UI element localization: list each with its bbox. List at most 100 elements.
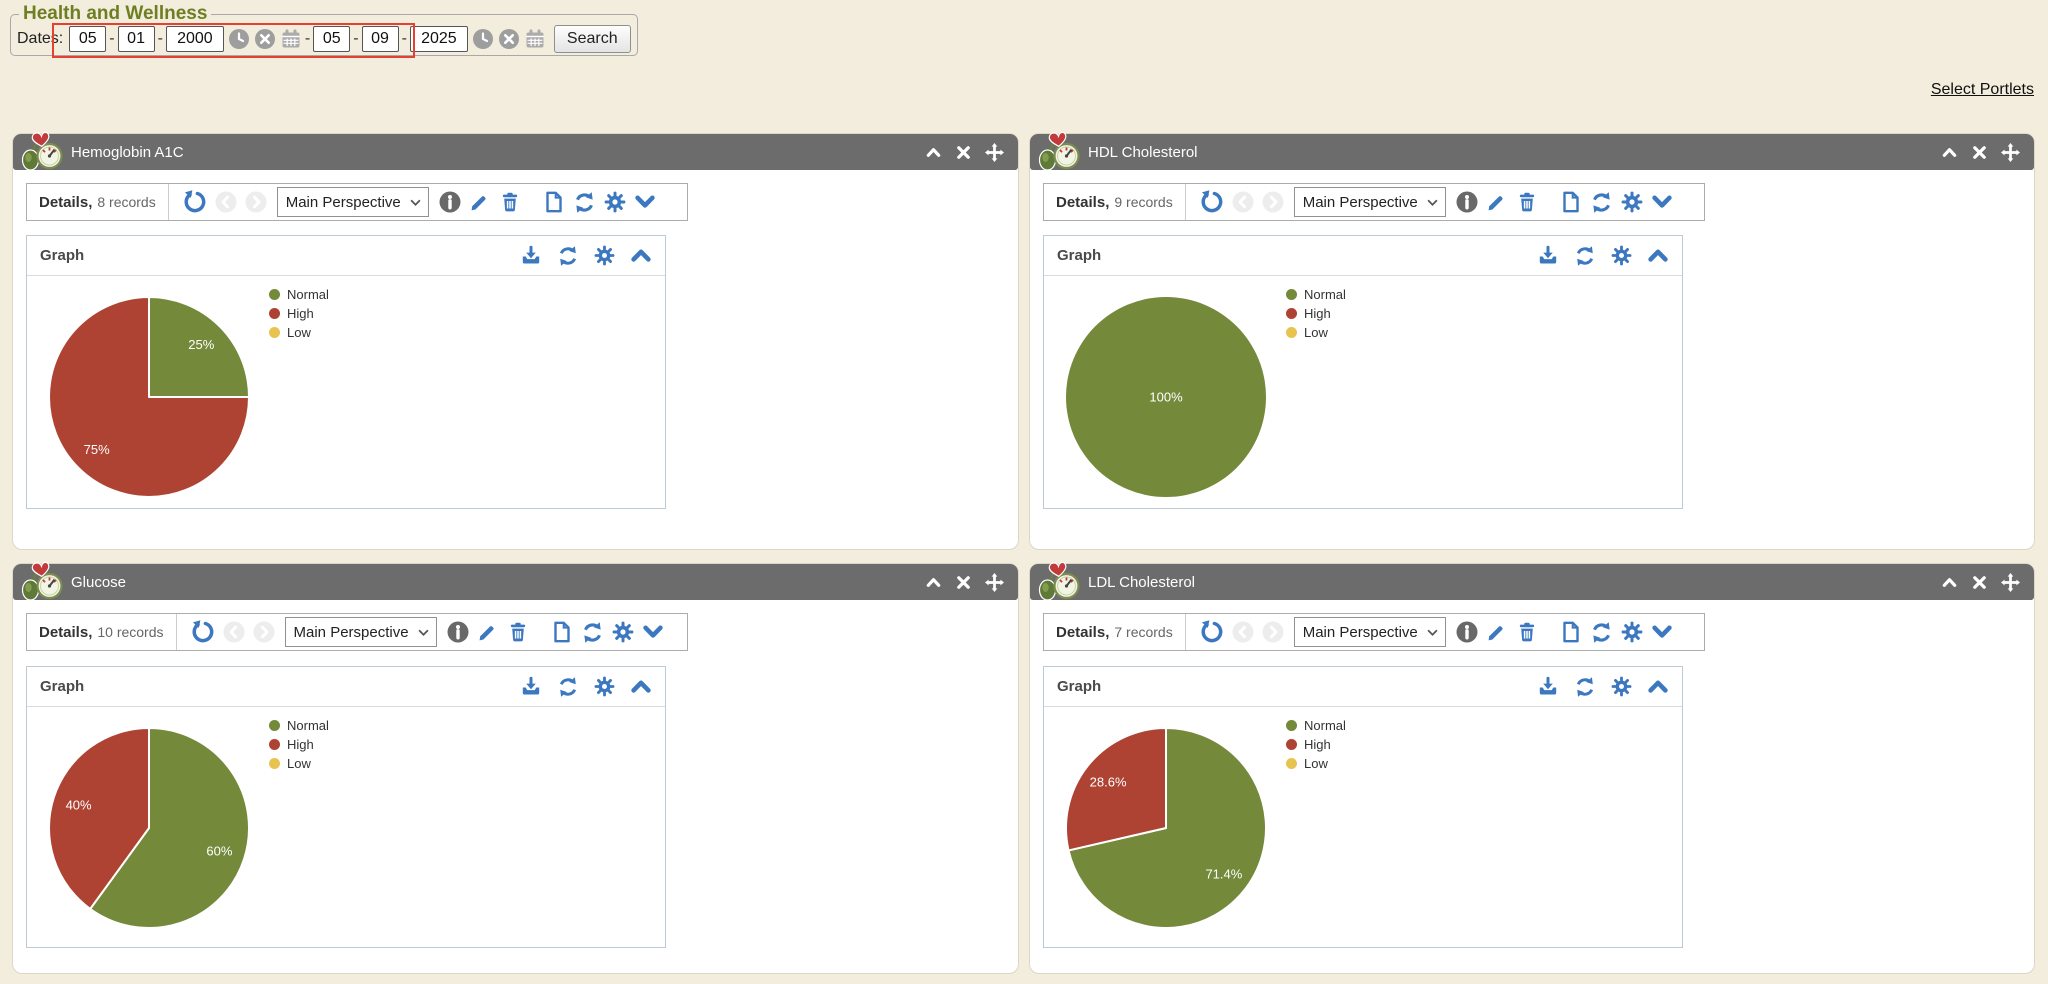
portlet-header[interactable]: LDL Cholesterol [1030,564,2034,600]
move-icon[interactable] [2001,573,2020,592]
graph-header: Graph [1044,236,1682,276]
new-doc-icon[interactable] [1560,191,1582,213]
refresh-icon[interactable] [1590,621,1613,644]
expand-icon[interactable] [642,621,664,643]
settings-icon[interactable] [1621,191,1643,213]
prev-icon[interactable] [215,191,237,213]
portlet-header[interactable]: Glucose [13,564,1018,600]
settings-icon[interactable] [1611,676,1632,697]
collapse-icon[interactable] [630,245,652,267]
info-icon[interactable] [1456,191,1478,213]
legend-item: High [269,304,329,323]
info-icon[interactable] [1456,621,1478,643]
details-label: Details, [39,624,92,641]
legend-item: High [269,735,329,754]
edit-icon[interactable] [469,191,491,213]
settings-icon[interactable] [612,621,634,643]
undo-icon[interactable] [1200,190,1224,214]
perspective-select[interactable]: Main Perspective [285,617,437,647]
health-gauge-icon [21,558,65,602]
portlet-title: Hemoglobin A1C [71,144,184,161]
refresh-icon[interactable] [1574,245,1596,267]
settings-icon[interactable] [594,676,615,697]
collapse-icon[interactable] [925,574,942,591]
legend-swatch [1286,289,1297,300]
move-icon[interactable] [985,143,1004,162]
collapse-icon[interactable] [1941,574,1958,591]
perspective-value: Main Perspective [1303,624,1418,641]
collapse-icon[interactable] [1941,144,1958,161]
collapse-icon[interactable] [1647,245,1669,267]
settings-icon[interactable] [594,245,615,266]
download-icon[interactable] [1537,245,1559,267]
perspective-select[interactable]: Main Perspective [277,187,429,217]
delete-icon[interactable] [499,191,521,213]
download-icon[interactable] [1537,676,1559,698]
legend-item: Normal [269,716,329,735]
refresh-icon[interactable] [1590,191,1613,214]
new-doc-icon[interactable] [551,621,573,643]
graph-toolbar [1537,245,1669,267]
prev-icon[interactable] [1232,621,1254,643]
refresh-icon[interactable] [557,245,579,267]
new-doc-icon[interactable] [543,191,565,213]
delete-icon[interactable] [507,621,529,643]
new-doc-icon[interactable] [1560,621,1582,643]
close-icon[interactable] [955,574,972,591]
legend-label: Normal [287,287,329,302]
close-icon[interactable] [955,144,972,161]
expand-icon[interactable] [1651,191,1673,213]
portlet-title: LDL Cholesterol [1088,574,1195,591]
record-count: 9 records [1114,194,1172,210]
next-icon[interactable] [1262,191,1284,213]
refresh-icon[interactable] [557,676,579,698]
expand-icon[interactable] [634,191,656,213]
expand-icon[interactable] [1651,621,1673,643]
settings-icon[interactable] [1611,245,1632,266]
legend-swatch [1286,720,1297,731]
portlet-header[interactable]: Hemoglobin A1C [13,134,1018,170]
collapse-icon[interactable] [630,676,652,698]
refresh-icon[interactable] [581,621,604,644]
perspective-select[interactable]: Main Perspective [1294,617,1446,647]
graph-title: Graph [40,678,520,695]
details-summary: Details, 8 records [27,184,169,220]
portlet-header[interactable]: HDL Cholesterol [1030,134,2034,170]
next-icon[interactable] [1262,621,1284,643]
prev-icon[interactable] [223,621,245,643]
legend-swatch [269,327,280,338]
legend-item: Low [1286,754,1346,773]
edit-icon[interactable] [1486,621,1508,643]
undo-icon[interactable] [191,620,215,644]
settings-icon[interactable] [604,191,626,213]
next-icon[interactable] [245,191,267,213]
next-icon[interactable] [253,621,275,643]
portlet-glucose: Glucose Details, 10 records [13,564,1018,973]
undo-icon[interactable] [183,190,207,214]
download-icon[interactable] [520,676,542,698]
pie-label: 100% [1149,390,1183,405]
portlet-hdl-cholesterol: HDL Cholesterol Details, 9 records [1030,134,2034,549]
delete-icon[interactable] [1516,621,1538,643]
prev-icon[interactable] [1232,191,1254,213]
info-icon[interactable] [439,191,461,213]
refresh-icon[interactable] [1574,676,1596,698]
close-icon[interactable] [1971,574,1988,591]
legend-swatch [269,308,280,319]
pie-chart: 25%75% [27,277,665,509]
edit-icon[interactable] [477,621,499,643]
close-icon[interactable] [1971,144,1988,161]
download-icon[interactable] [520,245,542,267]
undo-icon[interactable] [1200,620,1224,644]
perspective-select[interactable]: Main Perspective [1294,187,1446,217]
settings-icon[interactable] [1621,621,1643,643]
move-icon[interactable] [985,573,1004,592]
info-icon[interactable] [447,621,469,643]
collapse-icon[interactable] [925,144,942,161]
delete-icon[interactable] [1516,191,1538,213]
collapse-icon[interactable] [1647,676,1669,698]
refresh-icon[interactable] [573,191,596,214]
pie-chart: 60%40% [27,708,665,948]
move-icon[interactable] [2001,143,2020,162]
edit-icon[interactable] [1486,191,1508,213]
